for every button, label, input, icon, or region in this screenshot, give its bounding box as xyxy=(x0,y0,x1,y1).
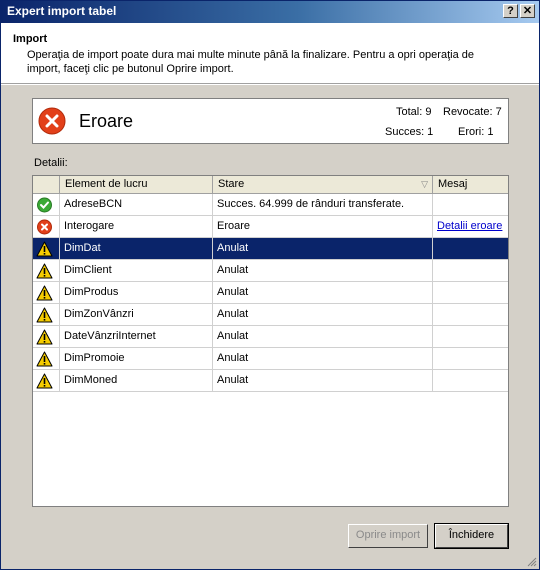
status-cell: Anulat xyxy=(213,238,433,260)
warning-icon xyxy=(36,351,53,367)
work-item-cell: DimProdus xyxy=(60,282,213,304)
title-bar[interactable]: Expert import tabel ? ✕ xyxy=(1,1,539,23)
work-item-cell: DimPromoie xyxy=(60,348,213,370)
row-icon-cell xyxy=(33,304,60,326)
work-item-cell: DimMoned xyxy=(60,370,213,392)
warning-icon xyxy=(36,285,53,301)
error-icon xyxy=(37,219,52,235)
header-divider xyxy=(1,84,539,85)
message-cell xyxy=(433,370,508,392)
work-item-cell: DimZonVânzri xyxy=(60,304,213,326)
row-icon-cell xyxy=(33,260,60,282)
table-row[interactable]: DimPromoie Anulat xyxy=(33,348,508,370)
message-cell xyxy=(433,326,508,348)
error-count: Erori: 1 xyxy=(458,126,494,138)
table-row[interactable]: DimClient Anulat xyxy=(33,260,508,282)
error-icon xyxy=(38,107,66,135)
row-icon-cell xyxy=(33,370,60,392)
filter-icon[interactable]: ▽ xyxy=(421,176,428,193)
revoked-count: Revocate: 7 xyxy=(443,106,502,118)
column-header-status[interactable]: Stare ▽ xyxy=(213,176,433,194)
close-window-button[interactable]: ✕ xyxy=(520,4,535,18)
close-button[interactable]: Închidere xyxy=(434,523,509,549)
resize-grip-icon[interactable] xyxy=(525,555,537,567)
row-icon-cell xyxy=(33,194,60,216)
table-row[interactable]: DimDat Anulat xyxy=(33,238,508,260)
status-cell: Succes. 64.999 de rânduri transferate. xyxy=(213,194,433,216)
status-cell: Anulat xyxy=(213,282,433,304)
message-cell xyxy=(433,348,508,370)
work-item-cell: Interogare xyxy=(60,216,213,238)
warning-icon xyxy=(36,329,53,345)
status-cell: Anulat xyxy=(213,326,433,348)
message-cell xyxy=(433,260,508,282)
warning-icon xyxy=(36,241,53,257)
window-title: Expert import tabel xyxy=(7,4,117,18)
row-icon-cell xyxy=(33,326,60,348)
row-icon-cell xyxy=(33,216,60,238)
work-item-cell: AdreseBCN xyxy=(60,194,213,216)
status-cell: Anulat xyxy=(213,260,433,282)
column-header-item[interactable]: Element de lucru xyxy=(60,176,213,194)
status-cell: Anulat xyxy=(213,348,433,370)
total-count: Total: 9 xyxy=(396,106,432,118)
warning-icon xyxy=(36,307,53,323)
message-cell: Detalii eroare xyxy=(433,216,508,238)
status-cell: Anulat xyxy=(213,304,433,326)
error-details-link[interactable]: Detalii eroare xyxy=(437,220,502,232)
status-title: Eroare xyxy=(79,111,134,131)
column-header-message[interactable]: Mesaj xyxy=(433,176,508,194)
table-row[interactable]: DimProdus Anulat xyxy=(33,282,508,304)
page-title: Import xyxy=(13,33,48,45)
message-cell xyxy=(433,194,508,216)
row-icon-cell xyxy=(33,238,60,260)
success-icon xyxy=(37,197,52,213)
page-description: Operaţia de import poate dura mai multe … xyxy=(27,49,474,75)
header-panel: Import Operaţia de import poate dura mai… xyxy=(1,23,539,84)
work-items-table[interactable]: Element de lucru Stare ▽ Mesaj AdreseBCN… xyxy=(32,175,509,507)
table-row[interactable]: DimMoned Anulat xyxy=(33,370,508,392)
message-cell xyxy=(433,238,508,260)
work-item-cell: DimClient xyxy=(60,260,213,282)
stop-import-button[interactable]: Oprire import xyxy=(348,524,428,548)
row-icon-cell xyxy=(33,282,60,304)
message-cell xyxy=(433,282,508,304)
warning-icon xyxy=(36,263,53,279)
work-item-cell: DateVânzriInternet xyxy=(60,326,213,348)
table-row[interactable]: AdreseBCN Succes. 64.999 de rânduri trans… xyxy=(33,194,508,216)
column-header-icon xyxy=(33,176,60,194)
status-cell: Anulat xyxy=(213,370,433,392)
table-row[interactable]: DimZonVânzri Anulat xyxy=(33,304,508,326)
message-cell xyxy=(433,304,508,326)
help-button[interactable]: ? xyxy=(503,4,518,18)
status-summary: Eroare Total: 9 Revocate: 7 Succes: 1 Er… xyxy=(32,98,509,144)
details-label: Detalii: xyxy=(34,157,68,169)
status-cell: Eroare xyxy=(213,216,433,238)
table-row[interactable]: Interogare Eroare Detalii eroare xyxy=(33,216,508,238)
table-row[interactable]: DateVânzriInternet Anulat xyxy=(33,326,508,348)
warning-icon xyxy=(36,373,53,389)
work-item-cell: DimDat xyxy=(60,238,213,260)
column-header-status-label: Stare xyxy=(218,178,245,190)
import-wizard-window: Expert import tabel ? ✕ Import Operaţia … xyxy=(0,0,540,570)
success-count: Succes: 1 xyxy=(385,126,434,138)
row-icon-cell xyxy=(33,348,60,370)
